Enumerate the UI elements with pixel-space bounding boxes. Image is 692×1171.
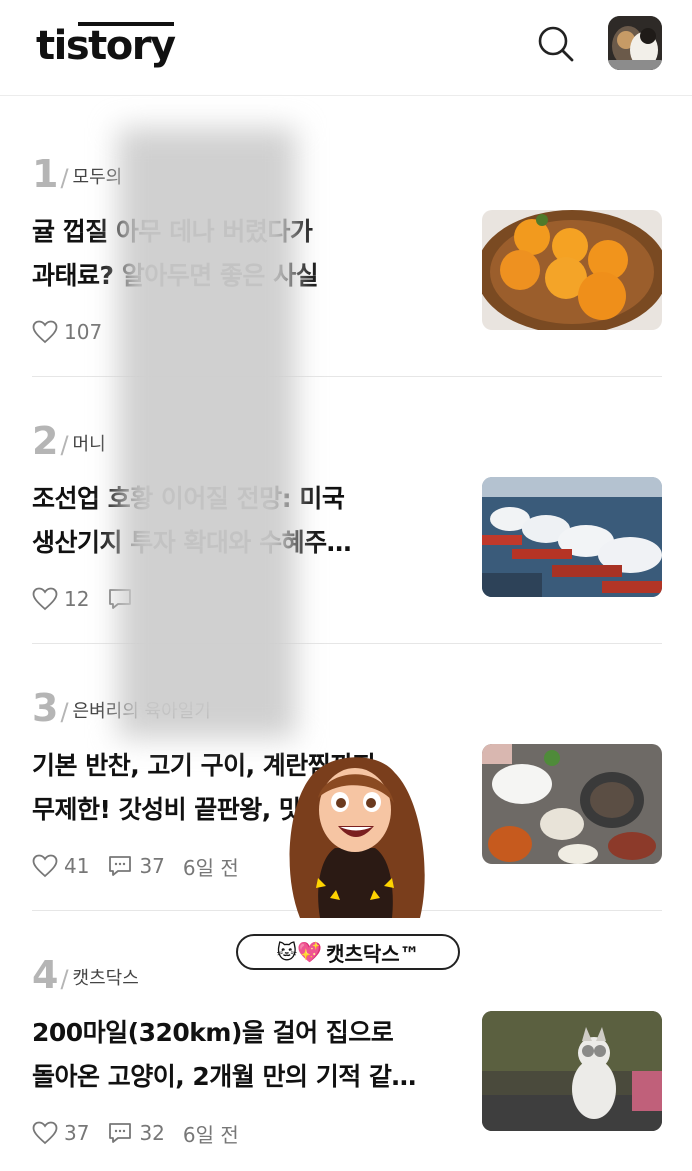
- rank-slash: /: [60, 698, 69, 726]
- comment-icon: [109, 589, 132, 609]
- rank-row: 2 / 머니: [32, 419, 106, 461]
- title-line-1: 200마일(320km)을 걸어 집으로: [32, 1018, 394, 1047]
- article-title[interactable]: 조선업 호황 이어질 전망: 미국 생산기지 투자 확대와 수혜주…: [32, 477, 452, 565]
- article-meta: 41 37 6일 전: [32, 852, 257, 880]
- blog-name[interactable]: 캣츠닥스: [73, 967, 139, 991]
- rank-slash: /: [60, 431, 69, 459]
- cartoon-girl-sticker: [280, 748, 430, 920]
- title-line-2: 돌아온 고양이, 2개월 만의 기적 같…: [32, 1062, 416, 1091]
- post-time: 6일 전: [182, 1122, 239, 1147]
- list-item[interactable]: 1 / 모두의 귤 껍질 아무 데나 버렸다가 과태료? 알아두면 좋은 사실 …: [32, 110, 662, 378]
- blog-name[interactable]: 은벼리의 육아일기: [73, 700, 211, 724]
- like-count[interactable]: 107: [32, 320, 102, 344]
- rank-row: 4 / 캣츠닥스: [32, 953, 139, 995]
- comment-count[interactable]: 32: [107, 1121, 165, 1145]
- like-count-value: 41: [64, 854, 90, 878]
- rank-row: 3 / 은벼리의 육아일기: [32, 686, 211, 728]
- article-title[interactable]: 200마일(320km)을 걸어 집으로 돌아온 고양이, 2개월 만의 기적 …: [32, 1011, 452, 1099]
- rank-slash: /: [60, 965, 69, 993]
- like-count[interactable]: 37: [32, 1121, 89, 1145]
- post-time: 6일 전: [182, 855, 239, 880]
- article-thumbnail[interactable]: [482, 477, 662, 597]
- like-count[interactable]: 41: [32, 854, 89, 878]
- comment-icon: [109, 1123, 132, 1143]
- like-count-value: 12: [64, 587, 90, 611]
- like-count-value: 107: [64, 320, 103, 344]
- list-item[interactable]: 2 / 머니 조선업 호황 이어질 전망: 미국 생산기지 투자 확대와 수혜주…: [32, 377, 662, 645]
- article-title[interactable]: 귤 껍질 아무 데나 버렸다가 과태료? 알아두면 좋은 사실: [32, 210, 452, 298]
- profile-avatar[interactable]: [608, 16, 662, 70]
- article-thumbnail[interactable]: [482, 1011, 662, 1131]
- title-line-2: 과태료? 알아두면 좋은 사실: [32, 261, 319, 290]
- heart-icon: [32, 320, 58, 344]
- top-header: tistory: [0, 0, 692, 96]
- blog-name[interactable]: 머니: [73, 433, 106, 457]
- blog-name[interactable]: 모두의: [73, 166, 123, 190]
- promo-badge-text: 캣츠닥스™: [326, 941, 420, 966]
- article-thumbnail[interactable]: [482, 210, 662, 330]
- rank-slash: /: [60, 164, 69, 192]
- like-count[interactable]: 12: [32, 587, 89, 611]
- title-line-1: 귤 껍질 아무 데나 버렸다가: [32, 217, 313, 246]
- article-meta: 107: [32, 318, 120, 346]
- heart-icon: [32, 854, 58, 878]
- cat-heart-emoji-icon: 🐱💖: [276, 940, 323, 964]
- like-count-value: 37: [64, 1121, 90, 1145]
- comment-icon: [109, 856, 132, 876]
- comment-count[interactable]: 37: [107, 854, 165, 878]
- rank-number: 3: [32, 686, 59, 730]
- comment-count-value: 32: [139, 1121, 165, 1145]
- comment-count-value: 37: [139, 854, 165, 878]
- heart-icon: [32, 587, 58, 611]
- rank-number: 1: [32, 152, 59, 196]
- rank-number: 4: [32, 953, 59, 997]
- article-thumbnail[interactable]: [482, 744, 662, 864]
- rank-number: 2: [32, 419, 59, 463]
- promo-badge[interactable]: 🐱💖 캣츠닥스™: [236, 934, 460, 970]
- tistory-logo[interactable]: tistory: [36, 20, 176, 72]
- comment-count[interactable]: [107, 587, 139, 611]
- article-meta: 37 32 6일 전: [32, 1119, 257, 1147]
- title-line-2: 생산기지 투자 확대와 수혜주…: [32, 528, 352, 557]
- title-line-1: 조선업 호황 이어질 전망: 미국: [32, 484, 345, 513]
- heart-icon: [32, 1121, 58, 1145]
- rank-row: 1 / 모두의: [32, 152, 122, 194]
- article-meta: 12: [32, 585, 157, 613]
- search-icon[interactable]: [536, 24, 576, 64]
